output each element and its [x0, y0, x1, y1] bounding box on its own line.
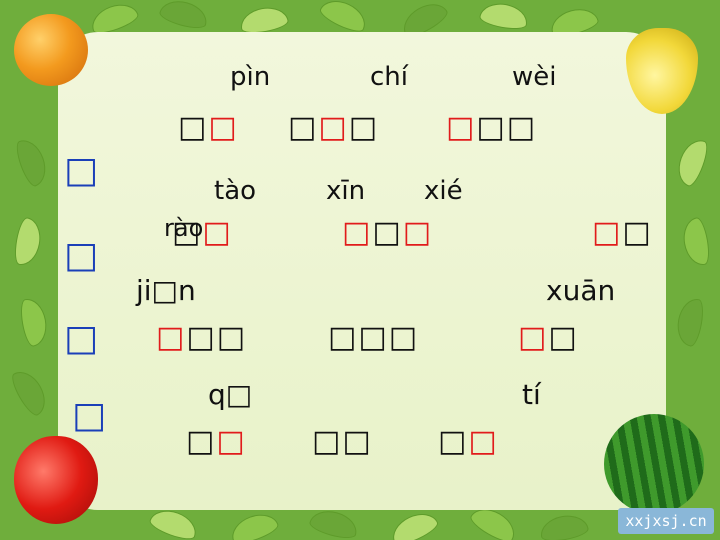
side-title-char: □	[64, 150, 99, 191]
word-group: □□	[178, 110, 239, 145]
side-title-char: □	[64, 318, 99, 359]
pinyin-label: wèi	[512, 62, 557, 92]
word-group: □□	[172, 215, 233, 250]
word-group: □□	[186, 424, 247, 459]
pinyin-label: ji□n	[136, 274, 196, 307]
word-group: □□□	[288, 110, 380, 145]
word-group: □□	[592, 215, 653, 250]
slide: □ □ □ □ pìn chí wèi □□ □□□ □□□ tào xīn x…	[0, 0, 720, 540]
pinyin-label: xié	[424, 176, 463, 206]
apple-icon	[14, 436, 98, 524]
pinyin-label: pìn	[230, 62, 271, 92]
side-title-char: □	[64, 235, 99, 276]
word-group: □□	[312, 424, 373, 459]
word-group: □□□	[156, 320, 248, 355]
word-group: □□□	[328, 320, 420, 355]
site-logo: xxjxsj.cn	[618, 508, 714, 534]
pinyin-label: tào	[214, 176, 257, 206]
word-group: □□□	[342, 215, 434, 250]
pinyin-label: xuān	[546, 274, 616, 307]
orange-icon	[14, 14, 88, 86]
pinyin-label: q□	[208, 378, 253, 411]
pinyin-label: tí	[522, 378, 541, 411]
word-group: □□□	[446, 110, 538, 145]
word-group: □□	[438, 424, 499, 459]
pinyin-label: xīn	[326, 176, 366, 206]
watermelon-icon	[604, 414, 704, 514]
word-group: □□	[518, 320, 579, 355]
pinyin-label: chí	[370, 62, 408, 92]
side-title-char: □	[72, 395, 107, 436]
